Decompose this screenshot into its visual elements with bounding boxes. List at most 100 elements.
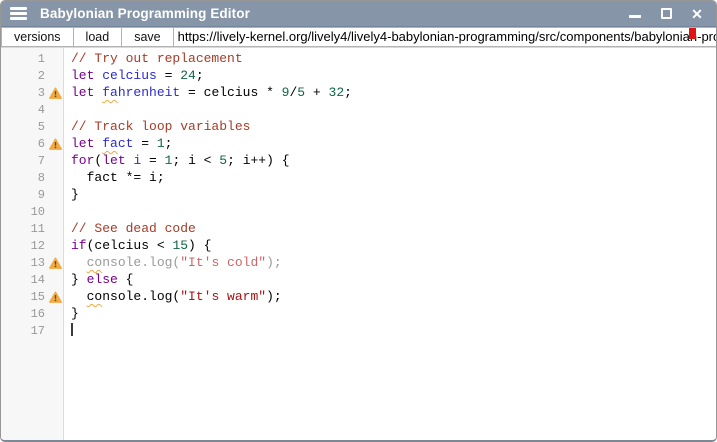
gutter-cell: 7 bbox=[1, 152, 65, 169]
gutter-cell: 3 bbox=[1, 84, 65, 101]
text-cursor bbox=[71, 323, 73, 336]
code-line: 2let celcius = 24; bbox=[1, 67, 716, 84]
code-token: fa bbox=[102, 85, 118, 100]
line-number: 5 bbox=[1, 120, 48, 134]
code-token: } bbox=[71, 187, 79, 202]
code-line: 9} bbox=[1, 186, 716, 203]
code-line: 12if(celcius < 15) { bbox=[1, 237, 716, 254]
code-token: else bbox=[87, 272, 118, 287]
code-token: if bbox=[71, 238, 87, 253]
code-token: = bbox=[141, 153, 164, 168]
code-token: 1 bbox=[157, 136, 165, 151]
code-line: 16} bbox=[1, 305, 716, 322]
line-number: 4 bbox=[1, 103, 48, 117]
line-number: 8 bbox=[1, 171, 48, 185]
gutter-cell: 1 bbox=[1, 50, 65, 67]
code-token: ; bbox=[196, 68, 204, 83]
window-controls: ✕ bbox=[628, 7, 706, 21]
code-line: 14} else { bbox=[1, 271, 716, 288]
title-bar: Babylonian Programming Editor ✕ bbox=[1, 1, 716, 27]
code-token: ); bbox=[266, 255, 282, 270]
code-token: 15 bbox=[172, 238, 188, 253]
code-line: 5 // Track loop variables bbox=[1, 118, 716, 135]
save-button[interactable]: save bbox=[121, 27, 173, 47]
line-number: 1 bbox=[1, 52, 48, 66]
line-number: 2 bbox=[1, 69, 48, 83]
code-line: 4 bbox=[1, 101, 716, 118]
code-token: fact *= i; bbox=[71, 170, 165, 185]
code-token: = bbox=[157, 68, 180, 83]
window-title: Babylonian Programming Editor bbox=[40, 6, 250, 21]
line-number: 13 bbox=[1, 256, 48, 270]
code-token: = celcius * bbox=[180, 85, 281, 100]
code-token: ); bbox=[266, 289, 282, 304]
app-window: Babylonian Programming Editor ✕ versions… bbox=[0, 0, 717, 442]
code-token: "It's cold" bbox=[180, 255, 266, 270]
code-token: hrenheit bbox=[118, 85, 180, 100]
code-token: = bbox=[133, 136, 156, 151]
code-token: let bbox=[71, 68, 94, 83]
code-token bbox=[71, 289, 87, 304]
gutter-cell: 4 bbox=[1, 101, 65, 118]
line-number: 7 bbox=[1, 154, 48, 168]
line-number: 16 bbox=[1, 307, 48, 321]
hamburger-menu-icon[interactable] bbox=[10, 7, 27, 20]
gutter-cell: 12 bbox=[1, 237, 65, 254]
gutter-cell: 11 bbox=[1, 220, 65, 237]
warning-icon[interactable] bbox=[49, 87, 62, 99]
code-token: // See dead code bbox=[71, 221, 196, 236]
code-token: 32 bbox=[329, 85, 345, 100]
code-token: nsole.log( bbox=[102, 255, 180, 270]
code-token: 24 bbox=[180, 68, 196, 83]
line-number: 17 bbox=[1, 324, 48, 338]
line-number: 6 bbox=[1, 137, 48, 151]
minimize-button[interactable] bbox=[628, 7, 642, 21]
code-token: // Track loop variables bbox=[71, 119, 250, 134]
load-button[interactable]: load bbox=[73, 27, 123, 47]
close-icon: ✕ bbox=[691, 7, 703, 21]
line-number: 12 bbox=[1, 239, 48, 253]
code-lines: 1// Try out replacement2let celcius = 24… bbox=[1, 50, 716, 339]
code-token: for bbox=[71, 153, 94, 168]
line-number: 11 bbox=[1, 222, 48, 236]
code-line: 1 // Try out replacement bbox=[1, 50, 716, 67]
code-line: 8 fact *= i; bbox=[1, 169, 716, 186]
maximize-button[interactable] bbox=[659, 7, 673, 21]
warning-icon[interactable] bbox=[49, 138, 62, 150]
gutter-cell: 6 bbox=[1, 135, 65, 152]
code-token: nsole.log( bbox=[102, 289, 180, 304]
gutter-cell: 5 bbox=[1, 118, 65, 135]
warning-icon[interactable] bbox=[49, 291, 62, 303]
versions-button[interactable]: versions bbox=[1, 27, 74, 47]
url-text-cursor bbox=[689, 28, 696, 39]
gutter-cell: 13 bbox=[1, 254, 65, 271]
line-number: 10 bbox=[1, 205, 48, 219]
code-token: 5 bbox=[297, 85, 305, 100]
gutter-cell: 8 bbox=[1, 169, 65, 186]
gutter-cell: 2 bbox=[1, 67, 65, 84]
code-line: 15 console.log("It's warm"); bbox=[1, 288, 716, 305]
code-token: + bbox=[305, 85, 328, 100]
line-number: 14 bbox=[1, 273, 48, 287]
code-token: ; i < bbox=[172, 153, 219, 168]
code-line: 17 bbox=[1, 322, 716, 339]
code-line: 7for(let i = 1; i < 5; i++) { bbox=[1, 152, 716, 169]
code-line: 10 bbox=[1, 203, 716, 220]
code-line: 13 console.log("It's cold"); bbox=[1, 254, 716, 271]
url-field-wrap bbox=[173, 27, 716, 47]
close-button[interactable]: ✕ bbox=[690, 7, 704, 21]
code-line: 3let fahrenheit = celcius * 9/5 + 32; bbox=[1, 84, 716, 101]
line-number: 9 bbox=[1, 188, 48, 202]
line-number: 3 bbox=[1, 86, 48, 100]
code-token: ) { bbox=[188, 238, 211, 253]
code-token: { bbox=[118, 272, 134, 287]
warning-icon[interactable] bbox=[49, 257, 62, 269]
line-number: 15 bbox=[1, 290, 48, 304]
code-token: // Try out replacement bbox=[71, 51, 243, 66]
url-input[interactable] bbox=[173, 28, 716, 46]
code-token: } bbox=[71, 306, 79, 321]
code-token: ; bbox=[165, 136, 173, 151]
code-token: co bbox=[87, 289, 103, 304]
code-editor[interactable]: 1// Try out replacement2let celcius = 24… bbox=[1, 48, 716, 440]
code-token: let bbox=[71, 136, 94, 151]
